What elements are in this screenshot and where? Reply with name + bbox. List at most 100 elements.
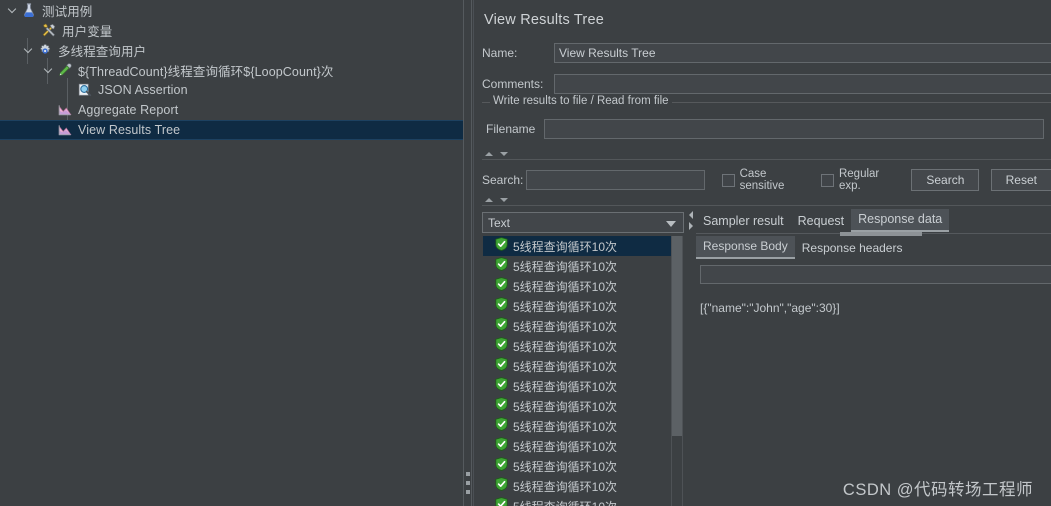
response-body-text: [{"name":"John","age":30}] xyxy=(700,301,840,315)
list-item[interactable]: 5线程查询循环10次 xyxy=(483,396,671,416)
filename-label: Filename xyxy=(486,122,536,136)
page-title: View Results Tree xyxy=(484,12,604,28)
case-sensitive-checkbox[interactable] xyxy=(721,173,735,187)
success-shield-icon xyxy=(495,396,508,416)
filename-row: Filename xyxy=(486,119,1046,139)
regular-exp-checkbox[interactable] xyxy=(820,173,834,187)
list-item[interactable]: 5线程查询循环10次 xyxy=(483,416,671,436)
tab-sampler-result[interactable]: Sampler result xyxy=(696,211,791,232)
magnifier-icon xyxy=(76,81,94,99)
collapse-bar-search[interactable] xyxy=(482,150,1051,160)
list-item[interactable]: 5线程查询循环10次 xyxy=(483,256,671,276)
tree-node-user-variables[interactable]: 用户变量 xyxy=(0,20,463,40)
write-results-groupbox: Write results to file / Read from file F… xyxy=(482,95,1051,144)
tab-response-data[interactable]: Response data xyxy=(851,209,950,232)
list-item-label: 5线程查询循环10次 xyxy=(513,439,618,454)
list-item[interactable]: 5线程查询循环10次 xyxy=(483,276,671,296)
expand-chevron-icon[interactable] xyxy=(4,0,20,20)
tree-node-thread-group[interactable]: 多线程查询用户 xyxy=(0,40,463,60)
response-horizontal-scrollbar[interactable] xyxy=(840,232,922,236)
gear-icon xyxy=(36,41,54,59)
success-shield-icon xyxy=(495,336,508,356)
tree-node-label: Aggregate Report xyxy=(78,103,179,117)
tree-node-jdbc-request[interactable]: ${ThreadCount}线程查询循环${LoopCount}次 xyxy=(0,60,463,80)
list-item[interactable]: 5线程查询循环10次 xyxy=(483,316,671,336)
chart-icon xyxy=(56,101,74,119)
tree-node-label: JSON Assertion xyxy=(98,83,188,97)
list-item[interactable]: 5线程查询循环10次 xyxy=(483,356,671,376)
collapse-bar-results[interactable] xyxy=(482,196,1051,206)
list-item[interactable]: 5线程查询循环10次 xyxy=(483,436,671,456)
tree-node-test-plan[interactable]: 测试用例 xyxy=(0,0,463,20)
groupbox-title: Write results to file / Read from file xyxy=(490,95,672,107)
collapse-down-icon[interactable] xyxy=(500,198,508,202)
tree-node-json-assertion[interactable]: JSON Assertion xyxy=(0,80,463,100)
list-item-label: 5线程查询循环10次 xyxy=(513,379,618,394)
test-plan-tree[interactable]: 测试用例 用户变量 多线程查询用户 ${ThreadCount}线程查询循环${… xyxy=(0,0,463,506)
success-shield-icon xyxy=(495,416,508,436)
splitter-left-arrow-icon[interactable] xyxy=(689,211,693,219)
list-item[interactable]: 5线程查询循环10次 xyxy=(483,496,671,506)
splitter-right-arrow-icon[interactable] xyxy=(689,222,693,230)
name-row: Name: View Results Tree xyxy=(482,43,1051,63)
success-shield-icon xyxy=(495,276,508,296)
comments-input[interactable] xyxy=(554,74,1051,94)
expand-chevron-icon[interactable] xyxy=(40,60,56,80)
list-item[interactable]: 5线程查询循环10次 xyxy=(483,336,671,356)
results-scrollbar-thumb[interactable] xyxy=(672,236,682,436)
tree-node-label: ${ThreadCount}线程查询循环${LoopCount}次 xyxy=(78,64,334,79)
collapse-down-icon[interactable] xyxy=(500,152,508,156)
list-item[interactable]: 5线程查询循环10次 xyxy=(483,376,671,396)
tab-response-body[interactable]: Response Body xyxy=(696,236,795,259)
renderer-selected-value: Text xyxy=(488,215,511,230)
chevron-down-icon[interactable] xyxy=(666,221,676,227)
expand-chevron-icon[interactable] xyxy=(20,40,36,60)
list-item-label: 5线程查询循环10次 xyxy=(513,419,618,434)
result-detail-tabs[interactable]: Sampler result Request Response data xyxy=(696,209,950,232)
success-shield-icon xyxy=(495,356,508,376)
name-input[interactable]: View Results Tree xyxy=(554,43,1051,63)
regular-exp-label: Regular exp. xyxy=(838,168,880,192)
search-button[interactable]: Search xyxy=(911,169,980,191)
tab-response-headers[interactable]: Response headers xyxy=(795,238,910,259)
tree-node-label: 用户变量 xyxy=(62,24,113,39)
tools-icon xyxy=(40,21,58,39)
response-find-input[interactable] xyxy=(700,265,1051,284)
tab-request[interactable]: Request xyxy=(791,211,852,232)
tree-node-aggregate-report[interactable]: Aggregate Report xyxy=(0,100,463,120)
pipette-icon xyxy=(56,61,74,79)
search-toolbar: Search: Case sensitive Regular exp. Sear… xyxy=(482,168,1051,192)
panel-splitter[interactable] xyxy=(463,0,472,506)
flask-icon xyxy=(20,1,38,19)
splitter-grip-handle[interactable] xyxy=(466,472,470,494)
collapse-up-icon[interactable] xyxy=(485,198,493,202)
success-shield-icon xyxy=(495,316,508,336)
case-sensitive-label: Case sensitive xyxy=(739,168,785,192)
name-label: Name: xyxy=(482,46,518,60)
tree-node-label: 多线程查询用户 xyxy=(58,44,147,59)
tree-node-label: 测试用例 xyxy=(42,4,93,19)
jmeter-window: 测试用例 用户变量 多线程查询用户 ${ThreadCount}线程查询循环${… xyxy=(0,0,1051,506)
success-shield-icon xyxy=(495,236,508,256)
tree-node-label: View Results Tree xyxy=(78,123,181,137)
search-input[interactable] xyxy=(526,170,705,190)
results-splitter[interactable] xyxy=(687,208,695,232)
list-item[interactable]: 5线程查询循环10次 xyxy=(483,296,671,316)
csdn-watermark: CSDN @代码转场工程师 xyxy=(842,481,1033,499)
success-shield-icon xyxy=(495,456,508,476)
list-item-label: 5线程查询循环10次 xyxy=(513,359,618,374)
success-shield-icon xyxy=(495,476,508,496)
success-shield-icon xyxy=(495,256,508,276)
reset-button[interactable]: Reset xyxy=(990,169,1051,191)
collapse-up-icon[interactable] xyxy=(485,152,493,156)
tree-node-view-results-tree[interactable]: View Results Tree xyxy=(0,120,463,140)
list-item[interactable]: 5线程查询循环10次 xyxy=(483,476,671,496)
results-list[interactable]: 5线程查询循环10次 5线程查询循环10次 5线程查询循环10次 5线程查询循环… xyxy=(483,236,671,506)
filename-input[interactable] xyxy=(544,119,1044,139)
response-subtabs[interactable]: Response Body Response headers xyxy=(696,236,910,259)
list-item[interactable]: 5线程查询循环10次 xyxy=(483,456,671,476)
renderer-select[interactable]: Text xyxy=(482,212,684,233)
view-results-tree-panel: View Results Tree Name: View Results Tre… xyxy=(473,0,1051,506)
list-item-label: 5线程查询循环10次 xyxy=(513,299,618,314)
list-item[interactable]: 5线程查询循环10次 xyxy=(483,236,671,256)
